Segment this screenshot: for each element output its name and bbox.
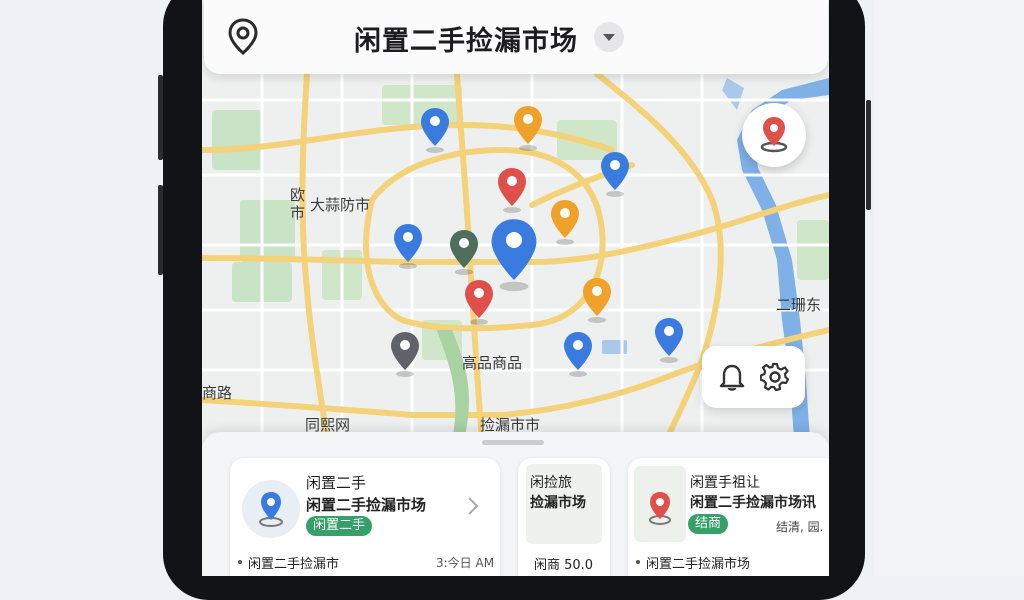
map-label: 高品商品 [462, 354, 523, 372]
listing-card[interactable]: 闲捡旅 捡漏市场 闲商 50.0 [518, 458, 610, 576]
card-title: 闲置手祖让 [690, 475, 760, 491]
map-tools [702, 346, 805, 408]
card-footer: 闲商 50.0 [534, 558, 594, 573]
bottom-sheet: 闲置二手 闲置二手捡漏市场 闲置二手 闲置二手捡漏市 3:今日 AM 闲捡旅 捡… [202, 432, 829, 576]
card-title: 闲置二手 [306, 474, 367, 492]
location-pin-icon [649, 492, 671, 525]
chevron-down-icon [603, 34, 615, 41]
sheet-handle[interactable] [482, 440, 544, 445]
card-subtitle: 捡漏市场 [530, 495, 586, 511]
top-bar: 闲置二手捡漏市场 [204, 0, 828, 74]
phone-side-button [158, 185, 163, 275]
bullet [238, 560, 242, 564]
card-subtitle: 闲置二手捡漏市场讯 [690, 495, 816, 511]
bell-icon[interactable] [718, 362, 746, 392]
card-subtitle: 闲置二手捡漏市场 [306, 496, 427, 514]
bullet [636, 560, 640, 564]
map-label-vertical: 欧市 [290, 186, 306, 222]
card-thumb [242, 480, 300, 538]
category-badge: 闲置二手 [306, 516, 373, 536]
card-extra: 结清, 园. [776, 520, 824, 534]
map-label: 大蒜防市 [310, 196, 371, 214]
category-badge: 结商 [688, 514, 729, 534]
map-label: 商路 [202, 384, 233, 402]
gear-icon[interactable] [760, 362, 790, 392]
card-thumb [634, 466, 686, 542]
card-time: 3:今日 AM [436, 556, 495, 570]
card-footer: 闲置二手捡漏市 [248, 557, 340, 572]
map-label: 二珊东 [776, 296, 822, 314]
chevron-right-icon[interactable] [466, 496, 480, 516]
background-right [874, 0, 1024, 576]
phone-side-button [158, 75, 163, 160]
location-pin-icon [259, 492, 283, 527]
card-footer: 闲置二手捡漏市场 [646, 557, 751, 572]
listing-card[interactable]: 闲置二手 闲置二手捡漏市场 闲置二手 闲置二手捡漏市 3:今日 AM [230, 458, 500, 576]
card-title: 闲捡旅 [530, 475, 572, 491]
listing-card[interactable]: 闲置手祖让 闲置二手捡漏市场讯 结商 结清, 园. 闲置二手捡漏市场 [628, 458, 829, 576]
my-location-button[interactable] [742, 103, 806, 167]
page-title[interactable]: 闲置二手捡漏市场 [354, 19, 578, 58]
title-dropdown-button[interactable] [594, 22, 624, 52]
phone-side-button [866, 100, 871, 210]
my-location-icon [760, 117, 788, 153]
app-screen: 大蒜防市 高品商品 同熙网 捡漏市市 二珊东 商路 欧市 闲置二手捡漏市场 闲置… [202, 0, 829, 576]
location-pin-icon[interactable] [228, 18, 258, 56]
